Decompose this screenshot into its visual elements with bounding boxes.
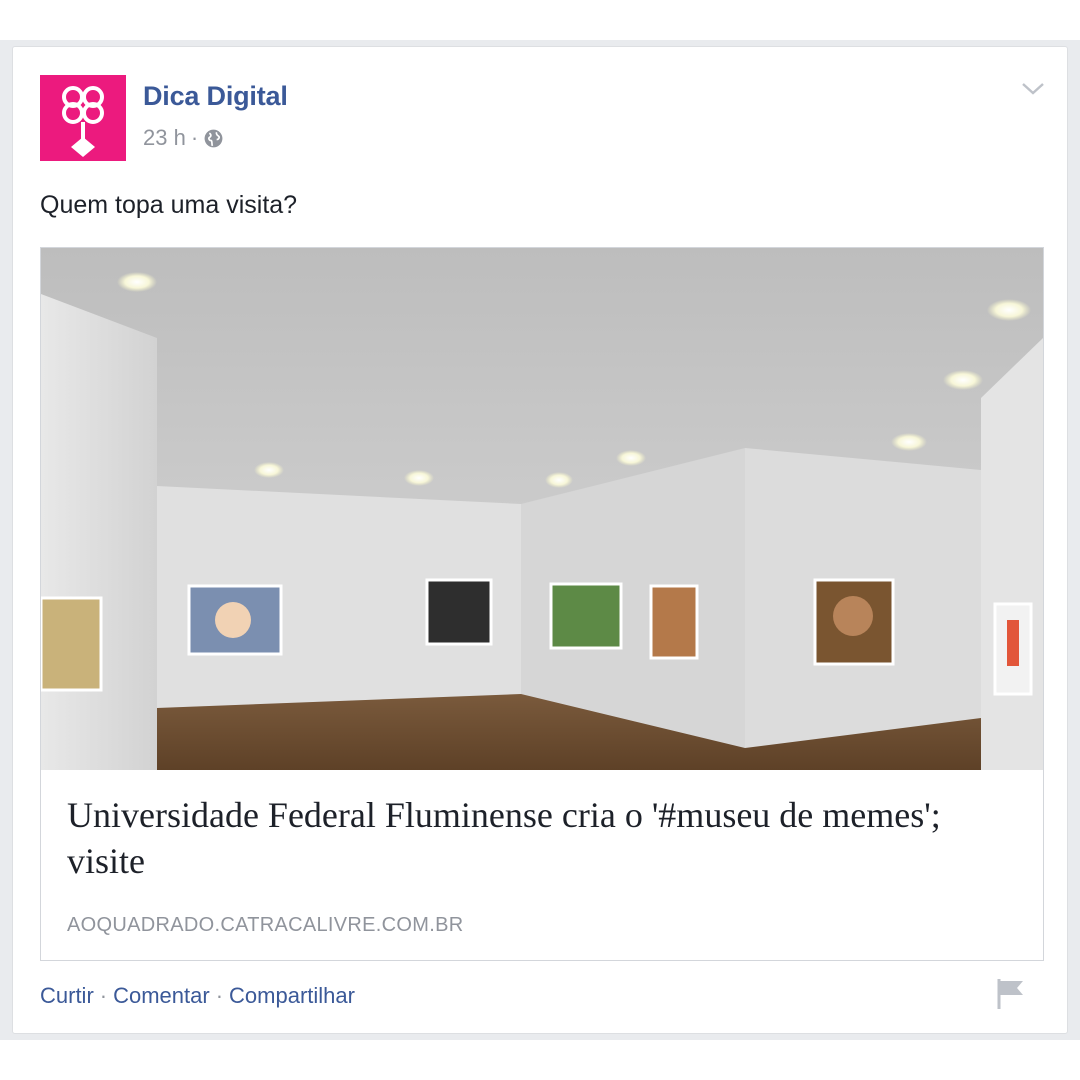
post-text: Quem topa uma visita? [40, 191, 298, 219]
like-link[interactable]: Curtir [40, 983, 94, 1009]
post-card: Dica Digital 23 h · Quem topa uma visita… [12, 46, 1068, 1034]
comment-link[interactable]: Comentar [113, 983, 210, 1009]
link-title[interactable]: Universidade Federal Fluminense cria o '… [67, 792, 1007, 884]
post-actions: Curtir · Comentar · Compartilhar [40, 983, 355, 1009]
bottom-background [0, 1040, 1080, 1080]
flag-icon[interactable] [995, 977, 1025, 1011]
link-preview-image[interactable] [41, 248, 1043, 770]
post-timestamp[interactable]: 23 h [143, 125, 186, 151]
share-link[interactable]: Compartilhar [229, 983, 355, 1009]
link-preview[interactable]: Universidade Federal Fluminense cria o '… [40, 247, 1044, 961]
chevron-down-icon[interactable] [1021, 81, 1045, 97]
globe-icon[interactable] [203, 128, 224, 149]
page-name-link[interactable]: Dica Digital [143, 81, 288, 112]
post-meta: 23 h · [143, 125, 224, 151]
meta-separator: · [190, 125, 199, 150]
action-separator: · [99, 983, 108, 1008]
museum-gallery-image [41, 248, 1043, 770]
dica-digital-logo-icon [62, 86, 104, 157]
top-background [0, 0, 1080, 40]
link-domain: AOQUADRADO.CATRACALIVRE.COM.BR [67, 914, 464, 936]
page-avatar[interactable] [40, 75, 126, 161]
action-separator: · [215, 983, 224, 1008]
